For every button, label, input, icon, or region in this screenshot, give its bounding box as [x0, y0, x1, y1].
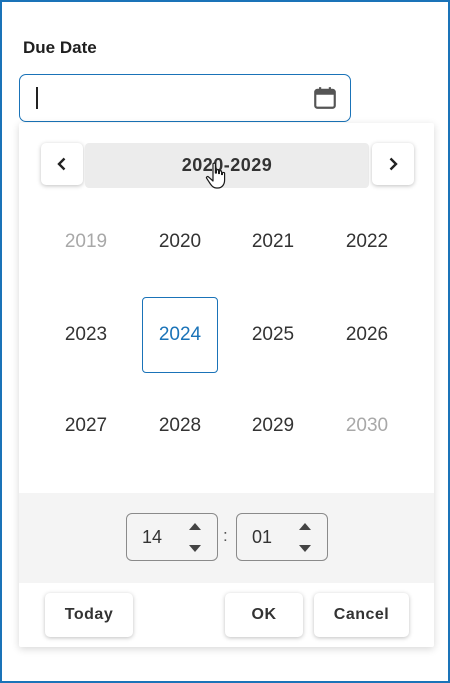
date-picker-popup: 2020-2029 2019 2020 2021 2022 2023 2024 …: [19, 123, 434, 647]
ok-button[interactable]: OK: [225, 593, 303, 637]
minute-increment-icon[interactable]: [295, 518, 315, 534]
year-2023[interactable]: 2023: [48, 297, 124, 373]
calendar-icon[interactable]: [312, 85, 338, 111]
year-2020[interactable]: 2020: [142, 204, 218, 280]
hour-value[interactable]: 14: [142, 527, 162, 548]
year-2021[interactable]: 2021: [235, 204, 311, 280]
minute-spinner[interactable]: 01: [236, 513, 328, 561]
minute-decrement-icon[interactable]: [295, 540, 315, 556]
decade-range-button[interactable]: 2020-2029: [85, 143, 369, 188]
year-2019[interactable]: 2019: [48, 204, 124, 280]
cancel-button[interactable]: Cancel: [314, 593, 409, 637]
next-decade-button[interactable]: [372, 143, 414, 185]
year-2029[interactable]: 2029: [235, 388, 311, 464]
chevron-left-icon: [57, 157, 66, 171]
hour-increment-icon[interactable]: [185, 518, 205, 534]
hour-decrement-icon[interactable]: [185, 540, 205, 556]
year-2028[interactable]: 2028: [142, 388, 218, 464]
hour-spinner[interactable]: 14: [126, 513, 218, 561]
text-caret: [36, 87, 38, 109]
year-2022[interactable]: 2022: [329, 204, 405, 280]
today-button[interactable]: Today: [45, 593, 133, 637]
due-date-label: Due Date: [23, 38, 97, 57]
year-2026[interactable]: 2026: [329, 297, 405, 373]
year-2030[interactable]: 2030: [329, 388, 405, 464]
year-2027[interactable]: 2027: [48, 388, 124, 464]
year-2025[interactable]: 2025: [235, 297, 311, 373]
time-separator: :: [223, 526, 228, 545]
chevron-right-icon: [389, 157, 398, 171]
time-panel: 14 : 01: [19, 493, 434, 583]
year-2024-selected[interactable]: 2024: [142, 297, 218, 373]
previous-decade-button[interactable]: [41, 143, 83, 185]
due-date-widget: Due Date 2020-2029 2019 2020 2021 2022 2…: [0, 0, 450, 683]
minute-value[interactable]: 01: [252, 527, 272, 548]
due-date-input[interactable]: [19, 74, 351, 122]
